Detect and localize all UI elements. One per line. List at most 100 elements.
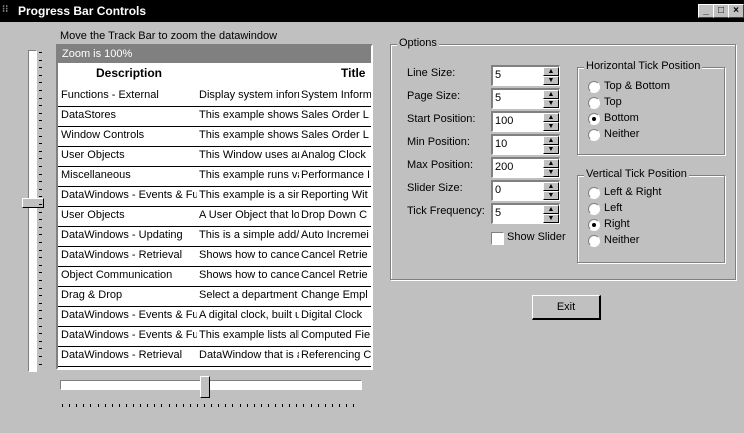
cell-description[interactable]: DataWindows - Retrieval <box>61 349 197 365</box>
spin-up-icon[interactable]: ▲ <box>543 113 559 122</box>
spin-up-icon[interactable]: ▲ <box>543 90 559 99</box>
cell-title[interactable]: Change Empl <box>301 289 371 305</box>
cell-description[interactable]: DataStores <box>61 109 197 125</box>
table-row[interactable]: Window Controls This example shows a Sales… <box>58 126 371 147</box>
checkbox-box[interactable] <box>491 232 504 245</box>
slider-size-value[interactable]: 0 <box>495 184 501 196</box>
spin-down-icon[interactable]: ▼ <box>543 122 559 131</box>
radio-icon[interactable] <box>588 129 600 141</box>
horizontal-trackbar-groove[interactable] <box>60 380 362 390</box>
cell-description[interactable]: User Objects <box>61 149 197 165</box>
cell-detail[interactable]: Shows how to cancel <box>199 269 299 285</box>
vertical-trackbar[interactable] <box>22 50 44 372</box>
cell-title[interactable]: Analog Clock <box>301 149 371 165</box>
radio-horizontal-neither[interactable]: Neither <box>588 128 708 142</box>
cell-detail[interactable]: Select a department ar <box>199 289 299 305</box>
spin-up-icon[interactable]: ▲ <box>543 182 559 191</box>
max-position-spinner[interactable]: 200 ▲ ▼ <box>491 157 560 178</box>
radio-vertical-left-right[interactable]: Left & Right <box>588 186 708 200</box>
cell-title[interactable]: Cancel Retrie <box>301 249 371 265</box>
cell-title[interactable]: Referencing C <box>301 349 371 365</box>
cell-detail[interactable]: This example shows a <box>199 109 299 125</box>
cell-description[interactable]: DataWindows - Events & Funct <box>61 329 197 345</box>
minimize-button[interactable]: _ <box>698 4 714 18</box>
spin-down-icon[interactable]: ▼ <box>543 145 559 154</box>
spin-up-icon[interactable]: ▲ <box>543 67 559 76</box>
cell-detail[interactable]: Display system informa <box>199 89 299 105</box>
table-row[interactable]: DataWindows - Events & FunctThis example… <box>58 326 371 347</box>
table-row[interactable]: DataStores This example shows a Sales Orde… <box>58 106 371 127</box>
spin-down-icon[interactable]: ▼ <box>543 168 559 177</box>
line-size-value[interactable]: 5 <box>495 69 501 81</box>
cell-detail[interactable]: This is a simple add/up <box>199 229 299 245</box>
table-row[interactable]: User Objects This Window uses an Analog Cl… <box>58 146 371 167</box>
start-position-value[interactable]: 100 <box>495 115 513 127</box>
radio-label[interactable]: Neither <box>604 234 639 246</box>
cell-title[interactable]: Digital Clock <box>301 309 371 325</box>
cell-detail[interactable]: A User Object that look <box>199 209 299 225</box>
cell-detail[interactable]: A digital clock, built us <box>199 309 299 325</box>
spin-down-icon[interactable]: ▼ <box>543 99 559 108</box>
radio-icon[interactable] <box>588 97 600 109</box>
cell-description[interactable]: Object Communication <box>61 269 197 285</box>
cell-detail[interactable]: This example shows a <box>199 129 299 145</box>
spin-up-icon[interactable]: ▲ <box>543 136 559 145</box>
spin-down-icon[interactable]: ▼ <box>543 191 559 200</box>
table-row[interactable]: DataWindows - Retrieval Shows how to canc… <box>58 246 371 267</box>
page-size-value[interactable]: 5 <box>495 92 501 104</box>
min-position-spinner[interactable]: 10 ▲ ▼ <box>491 134 560 155</box>
radio-selected-icon[interactable] <box>588 113 600 125</box>
vertical-trackbar-groove[interactable] <box>28 50 37 372</box>
cell-title[interactable]: Computed Fie <box>301 329 371 345</box>
table-row[interactable]: DataWindows - Updating This is a simple a… <box>58 226 371 247</box>
spin-down-icon[interactable]: ▼ <box>543 214 559 223</box>
column-header-description[interactable]: Description <box>96 66 162 82</box>
table-row[interactable]: Miscellaneous This example runs vari Perfo… <box>58 166 371 187</box>
cell-title[interactable]: Sales Order L <box>301 129 371 145</box>
cell-detail[interactable]: This example is a simp <box>199 189 299 205</box>
table-row[interactable]: DataWindows - Events & FunctA digital cl… <box>58 306 371 327</box>
app-icon[interactable]: ⁝⁝ <box>2 3 16 17</box>
radio-horizontal-top[interactable]: Top <box>588 96 708 110</box>
table-row[interactable]: DataWindows - Events & FunctThis example… <box>58 186 371 207</box>
spin-up-icon[interactable]: ▲ <box>543 205 559 214</box>
cell-detail[interactable]: This example lists all ev <box>199 329 299 345</box>
min-position-value[interactable]: 10 <box>495 138 507 150</box>
cell-description[interactable]: DataWindows - Events & Funct <box>61 309 197 325</box>
radio-label[interactable]: Bottom <box>604 112 639 124</box>
start-position-spinner[interactable]: 100 ▲ ▼ <box>491 111 560 132</box>
cell-title[interactable]: Reporting Wit <box>301 189 371 205</box>
datawindow[interactable]: Zoom is 100% Description Title Functions… <box>56 44 373 370</box>
cell-detail[interactable]: This Window uses an <box>199 149 299 165</box>
cell-detail[interactable]: DataWindow that is a <box>199 349 299 365</box>
cell-description[interactable]: DataWindows - Updating <box>61 229 197 245</box>
cell-title[interactable]: Cancel Retrie <box>301 269 371 285</box>
page-size-spinner[interactable]: 5 ▲ ▼ <box>491 88 560 109</box>
table-row[interactable]: User ObjectsA User Object that lookDrop … <box>58 206 371 227</box>
radio-icon[interactable] <box>588 81 600 93</box>
cell-title[interactable]: Performance I <box>301 169 371 185</box>
radio-horizontal-bottom[interactable]: Bottom <box>588 112 708 126</box>
cell-title[interactable]: Sales Order L <box>301 109 371 125</box>
table-row[interactable]: DataWindows - Retrieval DataWindow that i… <box>58 346 371 367</box>
table-row[interactable]: Drag & DropSelect a department arChange … <box>58 286 371 307</box>
show-slider-label[interactable]: Show Slider <box>507 231 566 243</box>
cell-title[interactable]: System Inform <box>301 89 371 105</box>
maximize-button[interactable]: □ <box>713 4 729 18</box>
cell-description[interactable]: Functions - External <box>61 89 197 105</box>
tick-frequency-spinner[interactable]: 5 ▲ ▼ <box>491 203 560 224</box>
line-size-spinner[interactable]: 5 ▲ ▼ <box>491 65 560 86</box>
radio-selected-icon[interactable] <box>588 219 600 231</box>
cell-detail[interactable]: Shows how to cancel <box>199 249 299 265</box>
radio-label[interactable]: Top & Bottom <box>604 80 670 92</box>
cell-detail[interactable]: This example runs vari <box>199 169 299 185</box>
radio-label[interactable]: Top <box>604 96 622 108</box>
table-row[interactable]: Functions - External Display system infor… <box>58 86 371 107</box>
vertical-trackbar-thumb[interactable] <box>22 198 44 208</box>
horizontal-trackbar[interactable] <box>60 376 362 410</box>
radio-vertical-right[interactable]: Right <box>588 218 708 232</box>
radio-label[interactable]: Left <box>604 202 622 214</box>
close-button[interactable]: × <box>728 4 744 18</box>
radio-horizontal-top-bottom[interactable]: Top & Bottom <box>588 80 708 94</box>
radio-icon[interactable] <box>588 235 600 247</box>
